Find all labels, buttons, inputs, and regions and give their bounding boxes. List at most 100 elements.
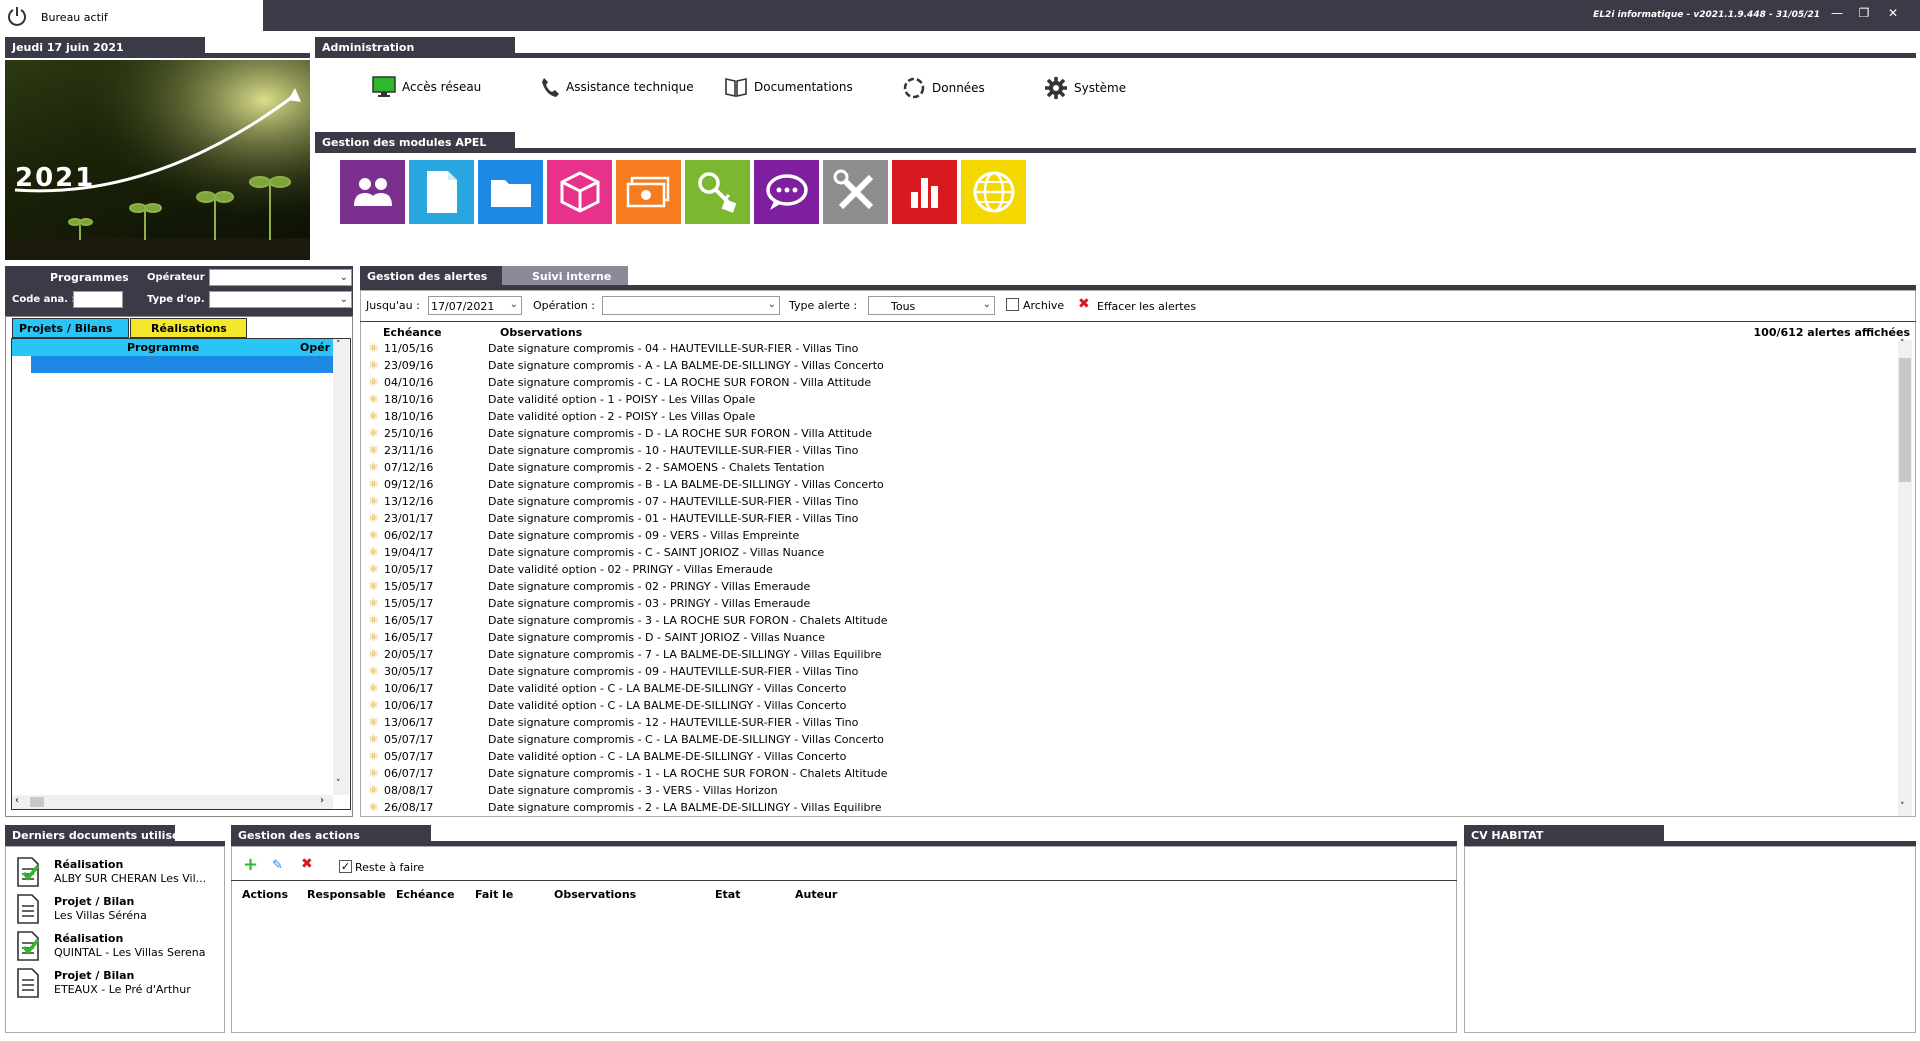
- module-money-button[interactable]: [616, 160, 681, 224]
- alert-echeance: 06/02/17: [384, 529, 434, 542]
- scrollbar-thumb[interactable]: [1899, 358, 1911, 482]
- module-tools-button[interactable]: [823, 160, 888, 224]
- document-type: Projet / Bilan: [54, 895, 135, 908]
- alert-row[interactable]: ⚛ 18/10/16 Date validité option - 1 - POIS…: [362, 391, 1897, 408]
- delete-icon[interactable]: ✖: [1078, 296, 1090, 312]
- alert-echeance: 19/04/17: [384, 546, 434, 559]
- module-chat-button[interactable]: [754, 160, 819, 224]
- key-icon: ⚛: [368, 698, 379, 712]
- alert-row[interactable]: ⚛ 07/12/16 Date signature compromis - 2 - …: [362, 459, 1897, 476]
- programmes-list[interactable]: [11, 338, 351, 810]
- type-alerte-value: Tous: [891, 300, 916, 313]
- admin-assistance-technique[interactable]: Assistance technique: [540, 76, 694, 98]
- reste-a-faire-checkbox[interactable]: ✓: [339, 860, 352, 873]
- add-icon[interactable]: +: [243, 854, 258, 875]
- operation-select[interactable]: ⌄: [602, 296, 780, 315]
- key-icon: ⚛: [368, 579, 379, 593]
- module-key-button[interactable]: [685, 160, 750, 224]
- tab-gestion-alertes[interactable]: Gestion des alertes: [360, 266, 502, 287]
- alerts-scrollbar[interactable]: ˄ ˅: [1898, 339, 1912, 816]
- module-document-button[interactable]: [409, 160, 474, 224]
- alert-row[interactable]: ⚛ 23/01/17 Date signature compromis - 01 -…: [362, 510, 1897, 527]
- admin-acces-reseau[interactable]: Accès réseau: [372, 76, 481, 98]
- restore-button[interactable]: ❐: [1855, 6, 1873, 20]
- tab-projets-bilans[interactable]: Projets / Bilans: [12, 318, 129, 338]
- chevron-up-icon: ˄: [1900, 339, 1905, 349]
- alert-row[interactable]: ⚛ 26/08/17 Date signature compromis - 2 - …: [362, 799, 1897, 816]
- jusquau-value: 17/07/2021: [431, 300, 495, 313]
- alert-row[interactable]: ⚛ 23/11/16 Date signature compromis - 10 -…: [362, 442, 1897, 459]
- alert-row[interactable]: ⚛ 23/09/16 Date signature compromis - A - …: [362, 357, 1897, 374]
- jusquau-label: Jusqu'au :: [366, 299, 420, 312]
- alert-row[interactable]: ⚛ 10/06/17 Date validité option - C - LA B…: [362, 697, 1897, 714]
- alert-row[interactable]: ⚛ 06/07/17 Date signature compromis - 1 - …: [362, 765, 1897, 782]
- admin-documentations[interactable]: Documentations: [724, 76, 853, 98]
- alert-row[interactable]: ⚛ 09/12/16 Date signature compromis - B - …: [362, 476, 1897, 493]
- tab-bureau-actif[interactable]: Bureau actif: [33, 0, 263, 31]
- alert-row[interactable]: ⚛ 06/02/17 Date signature compromis - 09 -…: [362, 527, 1897, 544]
- horizontal-scrollbar[interactable]: ‹ ›: [12, 795, 333, 809]
- alert-row[interactable]: ⚛ 15/05/17 Date signature compromis - 02 -…: [362, 578, 1897, 595]
- key-icon: ⚛: [368, 766, 379, 780]
- tab-suivi-interne[interactable]: Suivi interne: [502, 266, 628, 287]
- document-check-icon: [17, 931, 40, 961]
- alert-row[interactable]: ⚛ 11/05/16 Date signature compromis - 04 -…: [362, 340, 1897, 357]
- alert-row[interactable]: ⚛ 20/05/17 Date signature compromis - 7 - …: [362, 646, 1897, 663]
- document-icon: [17, 894, 39, 924]
- alert-row[interactable]: ⚛ 16/05/17 Date signature compromis - D - …: [362, 629, 1897, 646]
- document-type: Réalisation: [54, 858, 124, 871]
- archive-checkbox[interactable]: [1006, 298, 1019, 311]
- recent-document[interactable]: Projet / Bilan Les Villas Séréna: [16, 894, 216, 931]
- module-folder-button[interactable]: [478, 160, 543, 224]
- operation-label: Opération :: [533, 299, 595, 312]
- admin-systeme[interactable]: Système: [1044, 76, 1126, 100]
- alert-row[interactable]: ⚛ 30/05/17 Date signature compromis - 09 -…: [362, 663, 1897, 680]
- alert-echeance: 23/11/16: [384, 444, 434, 457]
- alert-row[interactable]: ⚛ 05/07/17 Date signature compromis - C - …: [362, 731, 1897, 748]
- module-globe-button[interactable]: [961, 160, 1026, 224]
- document-name: Les Villas Séréna: [54, 909, 147, 922]
- recent-document[interactable]: Projet / Bilan ETEAUX - Le Pré d'Arthur: [16, 968, 216, 1005]
- alert-row[interactable]: ⚛ 08/08/17 Date signature compromis - 3 - …: [362, 782, 1897, 799]
- minimize-button[interactable]: —: [1828, 6, 1846, 20]
- alert-row[interactable]: ⚛ 15/05/17 Date signature compromis - 03 -…: [362, 595, 1897, 612]
- alert-row[interactable]: ⚛ 10/05/17 Date validité option - 02 - PRI…: [362, 561, 1897, 578]
- type-op-select[interactable]: ⌄: [209, 291, 352, 308]
- power-button[interactable]: [0, 0, 33, 31]
- code-ana-input[interactable]: [73, 291, 123, 308]
- alert-echeance: 15/05/17: [384, 597, 434, 610]
- vertical-scrollbar[interactable]: ˄ ˅: [333, 339, 349, 795]
- close-button[interactable]: ✕: [1884, 6, 1902, 20]
- admin-donnees[interactable]: Données: [902, 76, 985, 100]
- jusquau-date-input[interactable]: 17/07/2021 ⌄: [428, 296, 522, 315]
- alert-row[interactable]: ⚛ 13/12/16 Date signature compromis - 07 -…: [362, 493, 1897, 510]
- alert-row[interactable]: ⚛ 05/07/17 Date validité option - C - LA B…: [362, 748, 1897, 765]
- recent-document[interactable]: Réalisation ALBY SUR CHERAN Les Vil...: [16, 857, 216, 894]
- alert-row[interactable]: ⚛ 19/04/17 Date signature compromis - C - …: [362, 544, 1897, 561]
- selected-row[interactable]: [31, 356, 333, 373]
- recent-document[interactable]: Réalisation QUINTAL - Les Villas Serena: [16, 931, 216, 968]
- alerts-list[interactable]: ⚛ 11/05/16 Date signature compromis - 04 -…: [362, 340, 1897, 816]
- alert-row[interactable]: ⚛ 10/06/17 Date validité option - C - LA B…: [362, 680, 1897, 697]
- operateur-select[interactable]: ⌄: [209, 269, 352, 286]
- alert-row[interactable]: ⚛ 04/10/16 Date signature compromis - C - …: [362, 374, 1897, 391]
- alert-observation: Date signature compromis - 7 - LA BALME-…: [488, 648, 882, 661]
- delete-icon[interactable]: ✖: [301, 856, 313, 872]
- type-alerte-select[interactable]: Tous ⌄: [868, 296, 995, 315]
- alert-row[interactable]: ⚛ 13/06/17 Date signature compromis - 12 -…: [362, 714, 1897, 731]
- module-cube-button[interactable]: [547, 160, 612, 224]
- chart-icon: [910, 178, 938, 208]
- col-observations: Observations: [500, 326, 583, 339]
- alert-row[interactable]: ⚛ 18/10/16 Date validité option - 2 - POIS…: [362, 408, 1897, 425]
- alert-observation: Date validité option - 2 - POISY - Les V…: [488, 410, 756, 423]
- scrollbar-thumb[interactable]: [30, 797, 44, 807]
- alert-row[interactable]: ⚛ 25/10/16 Date signature compromis - D - …: [362, 425, 1897, 442]
- edit-icon[interactable]: ✎: [272, 858, 283, 873]
- code-ana-label: Code ana. :: [12, 294, 76, 305]
- effacer-alertes-button[interactable]: Effacer les alertes: [1097, 300, 1196, 313]
- alert-row[interactable]: ⚛ 16/05/17 Date signature compromis - 3 - …: [362, 612, 1897, 629]
- module-chart-button[interactable]: [892, 160, 957, 224]
- alert-observation: Date signature compromis - 1 - LA ROCHE …: [488, 767, 888, 780]
- module-users-button[interactable]: [340, 160, 405, 224]
- tab-realisations[interactable]: Réalisations: [130, 318, 247, 338]
